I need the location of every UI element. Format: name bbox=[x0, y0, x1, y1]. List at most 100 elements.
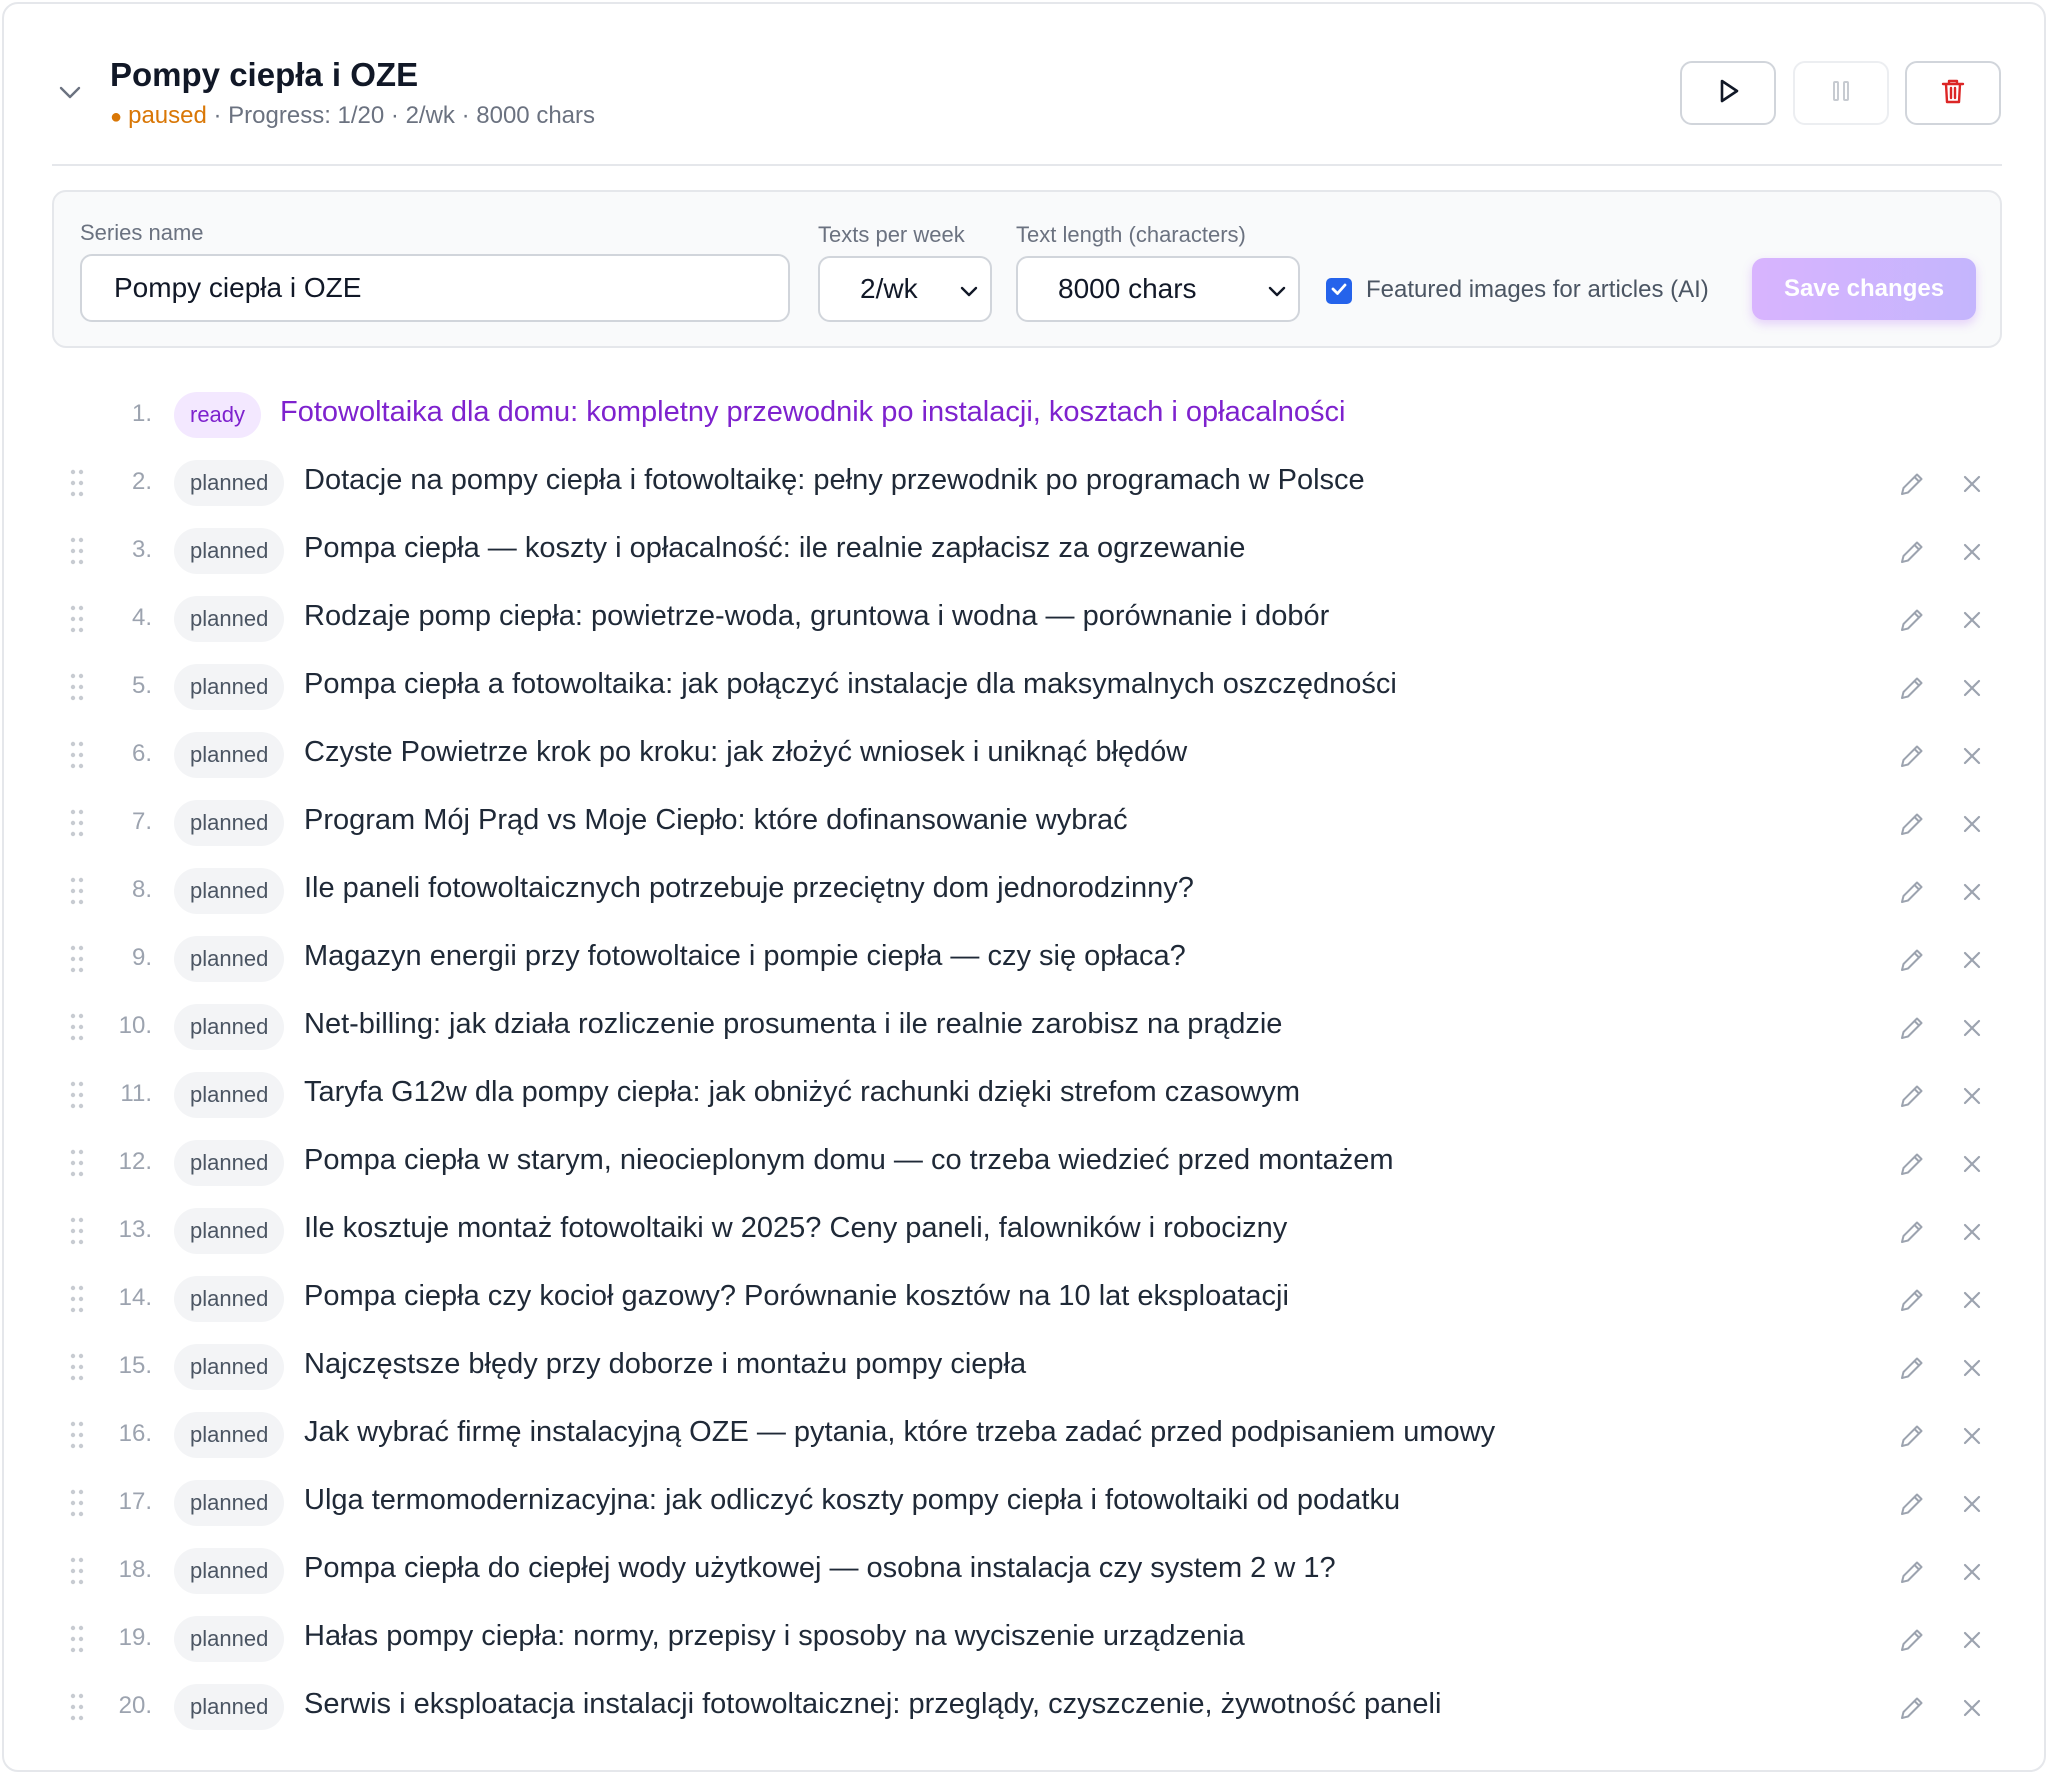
status-badge: planned bbox=[174, 1344, 285, 1390]
drag-handle-icon[interactable] bbox=[70, 468, 84, 498]
close-icon[interactable] bbox=[1958, 1014, 1986, 1042]
drag-handle-icon[interactable] bbox=[70, 1284, 84, 1314]
pencil-icon[interactable] bbox=[1896, 604, 1928, 636]
save-changes-button[interactable]: Save changes bbox=[1752, 258, 1976, 320]
pencil-icon[interactable] bbox=[1896, 740, 1928, 772]
drag-handle-icon[interactable] bbox=[70, 876, 84, 906]
status-badge: planned bbox=[174, 1004, 285, 1050]
pencil-icon[interactable] bbox=[1896, 1216, 1928, 1248]
texts-per-week-value: 2/wk bbox=[860, 273, 918, 304]
close-icon[interactable] bbox=[1958, 1558, 1986, 1586]
pause-button[interactable] bbox=[1793, 61, 1889, 125]
list-item: 5. planned Pompa ciepła a fotowoltaika: ja… bbox=[4, 654, 2044, 722]
list-item: 6. planned Czyste Powietrze krok po kroku:… bbox=[4, 722, 2044, 790]
close-icon[interactable] bbox=[1958, 1422, 1986, 1450]
pencil-icon[interactable] bbox=[1896, 1420, 1928, 1452]
pencil-icon[interactable] bbox=[1896, 1352, 1928, 1384]
pencil-icon[interactable] bbox=[1896, 1284, 1928, 1316]
pencil-icon[interactable] bbox=[1896, 1624, 1928, 1656]
list-item: 13. planned Ile kosztuje montaż fotowoltai… bbox=[4, 1198, 2044, 1266]
drag-handle-icon[interactable] bbox=[70, 1420, 84, 1450]
close-icon[interactable] bbox=[1958, 470, 1986, 498]
close-icon[interactable] bbox=[1958, 1218, 1986, 1246]
drag-handle-icon[interactable] bbox=[70, 604, 84, 634]
pencil-icon[interactable] bbox=[1896, 1556, 1928, 1588]
status-badge: planned bbox=[174, 1412, 285, 1458]
close-icon[interactable] bbox=[1958, 1626, 1986, 1654]
list-item: 15. planned Najczęstsze błędy przy doborze… bbox=[4, 1334, 2044, 1402]
text-length-select[interactable]: 8000 chars bbox=[1016, 256, 1300, 322]
close-icon[interactable] bbox=[1958, 1150, 1986, 1178]
item-number: 12. bbox=[118, 1148, 152, 1175]
close-icon[interactable] bbox=[1958, 606, 1986, 634]
drag-handle-icon[interactable] bbox=[70, 672, 84, 702]
pencil-icon[interactable] bbox=[1896, 1148, 1928, 1180]
item-number: 16. bbox=[118, 1420, 152, 1447]
featured-images-checkbox[interactable] bbox=[1326, 278, 1352, 304]
close-icon[interactable] bbox=[1958, 1082, 1986, 1110]
drag-handle-icon[interactable] bbox=[70, 1352, 84, 1382]
pencil-icon[interactable] bbox=[1896, 1012, 1928, 1044]
pencil-icon[interactable] bbox=[1896, 1692, 1928, 1724]
drag-handle-icon[interactable] bbox=[70, 1012, 84, 1042]
pencil-icon[interactable] bbox=[1896, 876, 1928, 908]
status-badge: planned bbox=[174, 868, 285, 914]
series-card: Pompy ciepła i OZE ● paused · Progress: 1… bbox=[2, 2, 2046, 1772]
drag-handle-icon[interactable] bbox=[70, 1488, 84, 1518]
item-number: 18. bbox=[118, 1556, 152, 1583]
pencil-icon[interactable] bbox=[1896, 808, 1928, 840]
item-number: 7. bbox=[131, 808, 152, 835]
drag-handle-icon[interactable] bbox=[70, 1692, 84, 1722]
series-name-input[interactable] bbox=[80, 254, 790, 322]
pencil-icon[interactable] bbox=[1896, 672, 1928, 704]
play-button[interactable] bbox=[1680, 61, 1776, 125]
pencil-icon[interactable] bbox=[1896, 468, 1928, 500]
item-number: 3. bbox=[131, 536, 152, 563]
pencil-icon[interactable] bbox=[1896, 1080, 1928, 1112]
close-icon[interactable] bbox=[1958, 538, 1986, 566]
item-title: Hałas pompy ciepła: normy, przepisy i sp… bbox=[304, 1620, 1245, 1652]
item-number: 20. bbox=[118, 1692, 152, 1719]
drag-handle-icon[interactable] bbox=[70, 808, 84, 838]
drag-handle-icon[interactable] bbox=[70, 1556, 84, 1586]
drag-handle-icon[interactable] bbox=[70, 1080, 84, 1110]
status-badge: planned bbox=[174, 1276, 285, 1322]
item-title[interactable]: Fotowoltaika dla domu: kompletny przewod… bbox=[280, 396, 1345, 429]
item-number: 13. bbox=[118, 1216, 152, 1243]
drag-handle-icon[interactable] bbox=[70, 1624, 84, 1654]
drag-handle-icon[interactable] bbox=[70, 536, 84, 566]
close-icon[interactable] bbox=[1958, 1286, 1986, 1314]
delete-series-button[interactable] bbox=[1905, 61, 2001, 125]
drag-handle-icon[interactable] bbox=[70, 1216, 84, 1246]
text-length-value: 8000 chars bbox=[1058, 273, 1197, 304]
item-title: Pompa ciepła w starym, nieocieplonym dom… bbox=[304, 1144, 1394, 1176]
status-badge: planned bbox=[174, 732, 285, 778]
item-title: Jak wybrać firmę instalacyjną OZE — pyta… bbox=[304, 1416, 1496, 1448]
series-name-label: Series name bbox=[80, 220, 204, 245]
close-icon[interactable] bbox=[1958, 742, 1986, 770]
drag-handle-icon[interactable] bbox=[70, 740, 84, 770]
close-icon[interactable] bbox=[1958, 810, 1986, 838]
item-title: Najczęstsze błędy przy doborze i montażu… bbox=[304, 1348, 1027, 1380]
close-icon[interactable] bbox=[1958, 946, 1986, 974]
texts-per-week-select[interactable]: 2/wk bbox=[818, 256, 992, 322]
close-icon[interactable] bbox=[1958, 1694, 1986, 1722]
chevron-down-icon[interactable] bbox=[54, 76, 86, 108]
close-icon[interactable] bbox=[1958, 1490, 1986, 1518]
list-item: 20. planned Serwis i eksploatacja instalac… bbox=[4, 1674, 2044, 1742]
close-icon[interactable] bbox=[1958, 674, 1986, 702]
item-title: Ulga termomodernizacyjna: jak odliczyć k… bbox=[304, 1484, 1401, 1516]
drag-handle-icon[interactable] bbox=[70, 944, 84, 974]
header-divider bbox=[52, 164, 2002, 166]
list-item: 7. planned Program Mój Prąd vs Moje Ciepło… bbox=[4, 790, 2044, 858]
list-item: 8. planned Ile paneli fotowoltaicznych pot… bbox=[4, 858, 2044, 926]
drag-handle-icon[interactable] bbox=[70, 1148, 84, 1178]
item-title: Magazyn energii przy fotowoltaice i pomp… bbox=[304, 940, 1186, 972]
close-icon[interactable] bbox=[1958, 878, 1986, 906]
pencil-icon[interactable] bbox=[1896, 1488, 1928, 1520]
pencil-icon[interactable] bbox=[1896, 944, 1928, 976]
status-badge: planned bbox=[174, 1480, 285, 1526]
pencil-icon[interactable] bbox=[1896, 536, 1928, 568]
close-icon[interactable] bbox=[1958, 1354, 1986, 1382]
status-badge: planned bbox=[174, 936, 285, 982]
